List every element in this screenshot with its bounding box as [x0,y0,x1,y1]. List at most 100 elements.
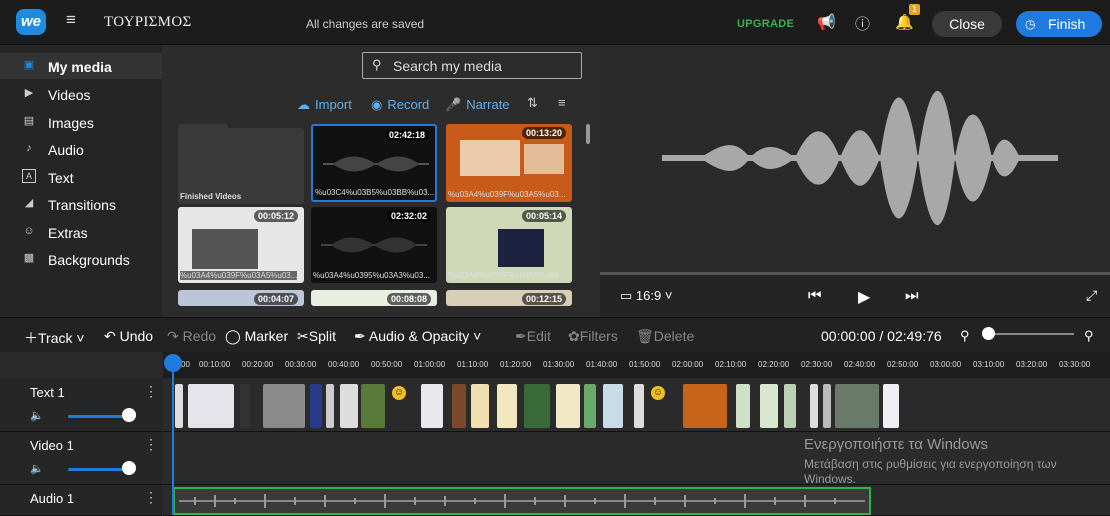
audio-opacity-button[interactable]: ✒ Audio & Opacity ˅ [354,328,481,345]
sidebar-item-images[interactable]: ▤ Images [0,109,162,135]
timeline-clip[interactable] [361,384,385,428]
timeline-clip[interactable] [471,384,489,428]
zoom-slider-track[interactable] [992,333,1074,335]
timeline-clip[interactable] [810,384,818,428]
media-thumb[interactable]: 02:32:02 %u03A4%u0395%u03A3%u03... [311,207,437,283]
timeline-clip[interactable] [760,384,778,428]
bell-icon[interactable]: 🔔 [895,13,914,31]
media-thumb[interactable]: 00:05:14 %u03A4%u039F%u03A5%u03... [446,207,572,283]
record-button[interactable]: ◉ Record [371,97,429,113]
volume-knob[interactable] [122,461,136,475]
upgrade-link[interactable]: UPGRADE [737,18,794,30]
timeline-clip[interactable] [603,384,623,428]
smiley-icon: ☺ [23,225,35,237]
project-title[interactable]: ΤΟΥΡΙΣΜΟΣ [104,14,191,31]
timeline-clip[interactable] [263,384,305,428]
timeline-clip[interactable] [310,384,322,428]
zoom-in-icon[interactable]: ⚲ [1084,328,1094,344]
zoom-out-icon[interactable]: ⚲ [960,328,970,344]
filter-icon[interactable]: ≡ [558,95,566,110]
timeline-clip[interactable] [634,384,644,428]
zoom-slider-knob[interactable] [982,327,995,340]
sidebar-item-audio[interactable]: ♪ Audio [0,136,162,162]
sidebar-item-extras[interactable]: ☺ Extras [0,219,162,245]
volume-knob[interactable] [122,408,136,422]
sidebar-item-text[interactable]: A Text [0,164,162,190]
emoji-icon: ☺ [651,386,665,400]
edit-button[interactable]: ✒Edit [515,328,551,345]
add-track-button[interactable]: ＋Track ˅ [24,328,85,348]
timeline-clip[interactable] [584,384,596,428]
media-thumb[interactable]: 02:42:18 %u03C4%u03B5%u03BB%u03... [311,124,437,202]
sidebar-item-label: Text [48,170,74,186]
timeline-clip[interactable] [823,384,831,428]
sidebar-item-backgrounds[interactable]: ▩ Backgrounds [0,246,162,272]
filters-button[interactable]: ✿Filters [568,328,618,345]
timeline-clip[interactable]: ☺ [388,384,412,428]
cloud-upload-icon: ☁ [297,97,310,112]
playhead-handle[interactable] [164,354,182,372]
media-thumb[interactable]: 00:13:20 %u03A4%u039F%u03A5%u03... [446,124,572,202]
redo-button[interactable]: ↷ Redo [167,328,216,345]
audio-clip[interactable] [173,487,871,515]
sidebar-item-videos[interactable]: ▶ Videos [0,81,162,107]
timeline-clip[interactable]: ☺ [647,384,671,428]
marker-button[interactable]: ◯ Marker [225,328,288,345]
media-thumb[interactable]: 00:05:12 %u03A4%u039F%u03A5%u03... [178,207,304,283]
skip-forward-icon[interactable]: ⏭ [905,287,919,304]
timeline-clip[interactable] [452,384,466,428]
timeline-clip[interactable] [340,384,358,428]
delete-button[interactable]: 🗑Delete [636,328,694,345]
timeline-clip[interactable] [736,384,750,428]
timeline-clip[interactable] [421,384,443,428]
track-header-video-1: Video 1 ⋮ 🔈 [0,432,162,485]
sidebar-item-label: Transitions [48,197,116,213]
split-button[interactable]: ✂Split [297,328,336,345]
timeline-clip[interactable] [175,384,183,428]
skip-back-icon[interactable]: ⏮ [808,287,822,304]
timeline-clip[interactable] [556,384,580,428]
timeline-clip[interactable] [497,384,517,428]
close-button[interactable]: Close [932,11,1002,37]
search-input[interactable]: ⚲ Search my media [362,52,582,79]
import-button[interactable]: ☁ Import [297,97,352,113]
sort-icon[interactable]: ⇅ [527,95,538,111]
narrate-button[interactable]: 🎤 Narrate [445,97,510,113]
play-icon[interactable]: ▶ [858,287,870,307]
megaphone-icon[interactable]: 📢 [817,13,836,31]
undo-button[interactable]: ↶ Undo [104,328,153,345]
finish-button[interactable]: ◷ Finish [1016,11,1102,37]
media-thumb[interactable]: 00:04:07 [178,290,304,306]
volume-icon[interactable]: 🔈 [30,409,44,422]
timeline-clip[interactable] [524,384,550,428]
app-logo[interactable]: we [16,9,46,35]
ruler-tick: 03:00:00 [930,360,962,369]
media-scrollbar[interactable] [586,124,590,144]
more-options-icon[interactable]: ⋮ [144,489,158,506]
more-options-icon[interactable]: ⋮ [144,436,158,453]
menu-icon[interactable]: ≡ [66,10,76,30]
timeline-clip[interactable] [784,384,796,428]
playhead-line[interactable] [172,370,174,515]
media-thumb[interactable]: 00:12:15 [446,290,572,306]
sidebar-item-my-media[interactable]: ▣ My media [0,53,162,79]
timeline-ruler[interactable]: 00 00:10:00 00:20:00 00:30:00 00:40:00 0… [163,352,1110,378]
timeline-clip[interactable] [188,384,234,428]
sidebar-item-transitions[interactable]: ◢ Transitions [0,191,162,217]
backgrounds-icon: ▩ [23,252,35,264]
thumb-image [192,229,258,269]
timeline-clip[interactable] [326,384,334,428]
volume-icon[interactable]: 🔈 [30,462,44,475]
timeline-clip[interactable] [683,384,727,428]
media-thumb[interactable]: 00:08:08 [311,290,437,306]
timeline-clip[interactable] [835,384,879,428]
more-options-icon[interactable]: ⋮ [144,383,158,400]
track-name: Audio 1 [30,491,75,506]
media-thumb-folder[interactable]: Finished Videos [178,128,304,204]
timeline-clip[interactable] [883,384,899,428]
fullscreen-icon[interactable]: ⤢ [1086,287,1097,304]
aspect-ratio-button[interactable]: ▭ 16:9 ˅ [620,288,672,304]
thumb-name: %u03C4%u03B5%u03BB%u03... [315,188,435,197]
help-icon[interactable]: ⓘ [855,13,870,34]
timeline-clip[interactable] [240,384,250,428]
